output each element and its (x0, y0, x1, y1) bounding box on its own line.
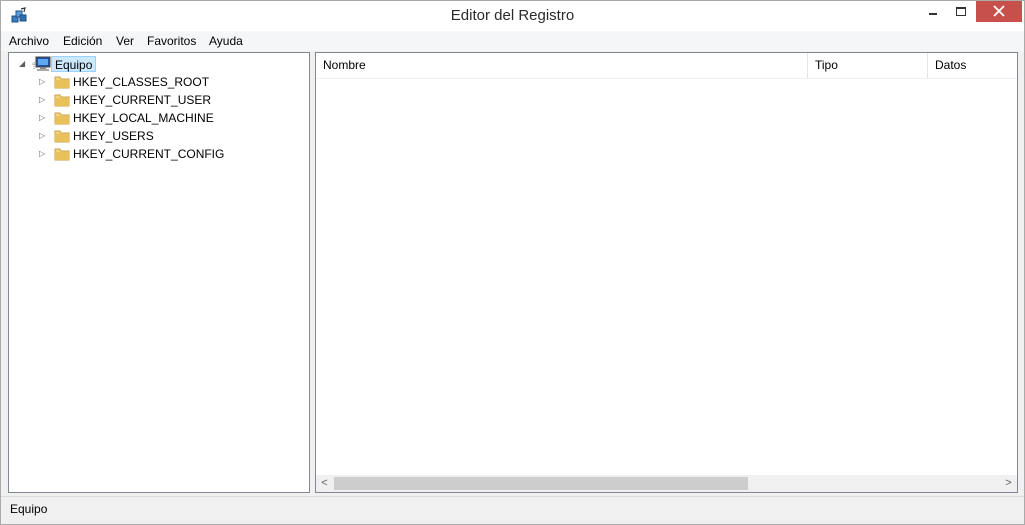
scroll-thumb[interactable] (334, 477, 748, 490)
computer-icon (32, 56, 51, 71)
column-header-datos[interactable]: Datos (928, 53, 1017, 78)
tree-label[interactable]: HKEY_CURRENT_USER (73, 93, 211, 107)
tree-item-hkey-current-user[interactable]: ▷ HKEY_CURRENT_USER (9, 91, 309, 109)
expand-arrow-icon[interactable]: ▷ (39, 113, 45, 122)
folder-icon (54, 93, 70, 107)
menu-archivo[interactable]: Archivo (9, 34, 49, 48)
tree-label[interactable]: HKEY_CURRENT_CONFIG (73, 147, 224, 161)
status-bar: Equipo (1, 496, 1024, 524)
tree-label[interactable]: HKEY_USERS (73, 129, 154, 143)
expand-arrow-icon[interactable]: ▷ (39, 131, 45, 140)
minimize-button[interactable] (919, 1, 947, 22)
values-list[interactable]: Nombre Tipo Datos < > (315, 52, 1018, 493)
tree-item-hkey-local-machine[interactable]: ▷ HKEY_LOCAL_MACHINE (9, 109, 309, 127)
tree-item-equipo[interactable]: ◢ Equipo (9, 55, 309, 73)
tree-item-hkey-classes-root[interactable]: ▷ HKEY_CLASSES_ROOT (9, 73, 309, 91)
column-header-tipo[interactable]: Tipo (808, 53, 928, 78)
folder-icon (54, 129, 70, 143)
tree-label[interactable]: HKEY_LOCAL_MACHINE (73, 111, 214, 125)
folder-icon (54, 111, 70, 125)
tree-label-equipo[interactable]: Equipo (51, 56, 97, 72)
close-icon (993, 5, 1005, 17)
expand-arrow-icon[interactable]: ▷ (39, 77, 45, 86)
column-header-nombre[interactable]: Nombre (316, 53, 808, 78)
header-divider (316, 78, 1017, 79)
registry-editor-window: Editor del Registro Archivo Edición Ver … (0, 0, 1025, 525)
title-bar[interactable]: Editor del Registro (1, 1, 1024, 31)
expand-arrow-icon[interactable]: ▷ (39, 95, 45, 104)
maximize-icon (956, 7, 966, 16)
collapse-arrow-icon[interactable]: ◢ (19, 59, 25, 68)
close-button[interactable] (976, 1, 1022, 22)
folder-icon (54, 75, 70, 89)
scroll-left-icon[interactable]: < (316, 475, 333, 492)
tree-label[interactable]: HKEY_CLASSES_ROOT (73, 75, 209, 89)
window-title: Editor del Registro (450, 7, 575, 24)
menu-edicion[interactable]: Edición (63, 34, 102, 48)
menu-favoritos[interactable]: Favoritos (147, 34, 196, 48)
status-path: Equipo (10, 502, 48, 516)
horizontal-scrollbar[interactable]: < > (316, 475, 1017, 492)
tree-item-hkey-users[interactable]: ▷ HKEY_USERS (9, 127, 309, 145)
expand-arrow-icon[interactable]: ▷ (39, 149, 45, 158)
menu-ver[interactable]: Ver (116, 34, 134, 48)
tree-item-hkey-current-config[interactable]: ▷ HKEY_CURRENT_CONFIG (9, 145, 309, 163)
scroll-right-icon[interactable]: > (1000, 475, 1017, 492)
registry-tree[interactable]: ◢ Equipo ▷ HKEY_CLASSES_ROOT ▷ HKEY_CURR… (8, 52, 310, 493)
folder-icon (54, 147, 70, 161)
menu-ayuda[interactable]: Ayuda (209, 34, 243, 48)
maximize-button[interactable] (947, 1, 975, 22)
minimize-icon (929, 13, 937, 15)
menu-bar: Archivo Edición Ver Favoritos Ayuda (1, 31, 1024, 51)
